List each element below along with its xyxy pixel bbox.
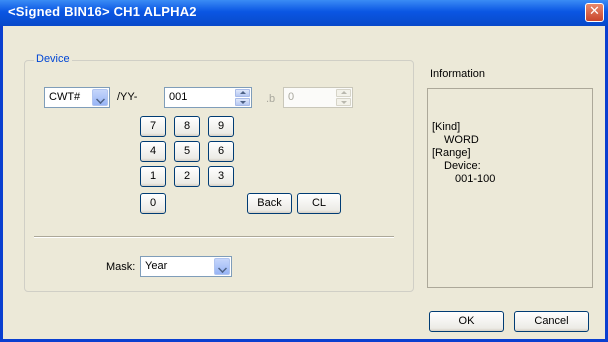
spin-up-arrow bbox=[336, 89, 351, 97]
mask-value: Year bbox=[145, 260, 168, 272]
title-bar: <Signed BIN16> CH1 ALPHA2 ✕ bbox=[0, 0, 608, 26]
key-9[interactable]: 9 bbox=[208, 116, 234, 137]
spinner-arrows-icon[interactable] bbox=[235, 89, 250, 106]
spinner-arrows-icon bbox=[336, 89, 351, 106]
key-1[interactable]: 1 bbox=[140, 166, 166, 187]
key-6[interactable]: 6 bbox=[208, 141, 234, 162]
bit-spinner[interactable]: 0 bbox=[283, 87, 353, 108]
bit-value: 0 bbox=[288, 91, 295, 103]
key-2[interactable]: 2 bbox=[174, 166, 200, 187]
cancel-button[interactable]: Cancel bbox=[514, 311, 589, 332]
key-0[interactable]: 0 bbox=[140, 193, 166, 214]
key-5[interactable]: 5 bbox=[174, 141, 200, 162]
key-8[interactable]: 8 bbox=[174, 116, 200, 137]
dialog-window: <Signed BIN16> CH1 ALPHA2 ✕ Device CWT# … bbox=[0, 0, 608, 342]
mask-label: Mask: bbox=[106, 261, 136, 273]
device-separator-label: /YY- bbox=[117, 91, 138, 103]
information-heading: Information bbox=[430, 68, 486, 80]
device-number-spinner[interactable]: 001 bbox=[164, 87, 252, 108]
close-icon: ✕ bbox=[589, 4, 600, 19]
ok-button[interactable]: OK bbox=[429, 311, 504, 332]
device-number-value: 001 bbox=[169, 91, 188, 103]
information-panel bbox=[427, 88, 593, 288]
kind-label: [Kind] bbox=[432, 121, 461, 133]
mask-dropdown[interactable]: Year bbox=[140, 256, 232, 277]
device-legend: Device bbox=[34, 53, 72, 65]
window-title: <Signed BIN16> CH1 ALPHA2 bbox=[8, 4, 197, 19]
range-device-label: Device: bbox=[444, 160, 481, 172]
key-4[interactable]: 4 bbox=[140, 141, 166, 162]
range-device-value: 001-100 bbox=[455, 173, 496, 185]
key-3[interactable]: 3 bbox=[208, 166, 234, 187]
key-7[interactable]: 7 bbox=[140, 116, 166, 137]
spin-down-arrow[interactable] bbox=[235, 98, 250, 106]
device-type-dropdown[interactable]: CWT# bbox=[44, 87, 110, 108]
chevron-down-icon[interactable] bbox=[214, 258, 230, 275]
spin-down-arrow bbox=[336, 98, 351, 106]
range-label: [Range] bbox=[432, 147, 471, 159]
clear-button[interactable]: CL bbox=[297, 193, 341, 214]
device-separator-line bbox=[34, 236, 394, 238]
bit-label: .b bbox=[266, 93, 276, 105]
spin-up-arrow[interactable] bbox=[235, 89, 250, 97]
chevron-down-icon[interactable] bbox=[92, 89, 108, 106]
back-button[interactable]: Back bbox=[247, 193, 292, 214]
close-button[interactable]: ✕ bbox=[585, 3, 604, 22]
device-type-value: CWT# bbox=[49, 91, 81, 103]
kind-value: WORD bbox=[444, 134, 479, 146]
